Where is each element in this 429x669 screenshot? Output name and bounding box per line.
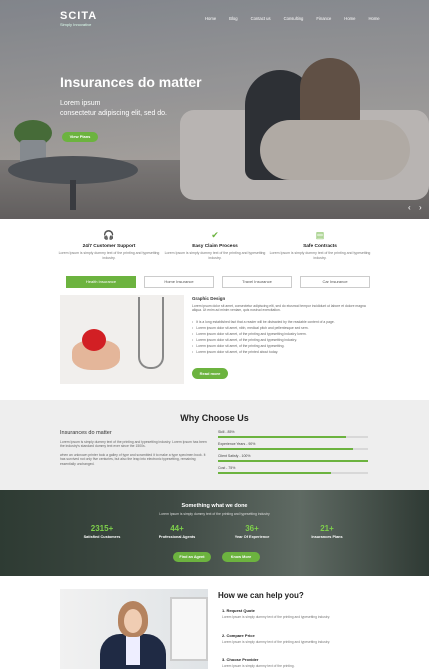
slider-prev-icon[interactable]: ‹ xyxy=(408,203,411,212)
feature-contracts: ▤ Safe Contracts Lorem Ipsum is simply d… xyxy=(265,230,375,260)
bar-track xyxy=(218,436,368,438)
nav-item-home[interactable]: Home xyxy=(205,16,216,21)
read-more-button[interactable]: Read more xyxy=(192,368,228,379)
feature-title: Easy Claim Process xyxy=(192,244,238,249)
feature-desc: Lorem Ipsum is simply dummy text of the … xyxy=(164,251,266,260)
tab-health-insurance[interactable]: Health Insurance xyxy=(66,276,136,288)
skill-bar: Skill - 85% xyxy=(218,430,368,438)
client-bar: Client Satisfy - 100% xyxy=(218,454,368,462)
step-title: 1. Request Quote xyxy=(222,608,255,613)
view-plans-button[interactable]: View Plans xyxy=(62,132,98,142)
stat-label: Professional Agents xyxy=(158,535,196,539)
agent-photo xyxy=(60,589,208,669)
stat-number: 2315+ xyxy=(90,524,114,533)
bar-track xyxy=(218,448,368,450)
bar-fill xyxy=(218,472,331,474)
tab-travel-insurance[interactable]: Travel Insurance xyxy=(222,276,292,288)
bar-label: Skill - 85% xyxy=(218,430,235,434)
slider-next-icon[interactable]: › xyxy=(419,203,422,212)
bar-fill xyxy=(218,460,368,462)
help-title: How we can help you? xyxy=(218,591,304,600)
stat-number: 44+ xyxy=(170,524,184,533)
stat-customers: 2315+ Satisfied Customers xyxy=(67,524,137,539)
agent-shirt xyxy=(126,635,140,665)
stat-plans: 21+ Insurances Plans xyxy=(292,524,362,539)
hero-line-2: consectetur adipiscing elit, sed do. xyxy=(60,110,168,117)
bar-fill xyxy=(218,448,353,450)
graphic-list: It is a long established fact that a rea… xyxy=(192,319,372,355)
why-text: Lorem Ipsum is simply dummy text of the … xyxy=(60,440,210,466)
stat-label: Insurances Plans xyxy=(311,535,343,539)
stat-agents: 44+ Professional Agents xyxy=(142,524,212,539)
bar-label: Experience Years - 90% xyxy=(218,442,256,446)
feature-desc: Lorem Ipsum is simply dummy text of the … xyxy=(58,251,160,260)
feature-support: 🎧 24/7 Customer Support Lorem Ipsum is s… xyxy=(54,230,164,260)
feature-title: Safe Contracts xyxy=(303,244,337,249)
nav-item-home-2[interactable]: Home xyxy=(344,16,355,21)
hero-banner: SCITA Simply Innovative Home Blog Contac… xyxy=(0,0,429,219)
graphic-title: Graphic Design xyxy=(192,296,226,301)
bar-label: Client Satisfy - 100% xyxy=(218,454,251,458)
graphic-text: Lorem ipsum dolor sit amet, consectetur … xyxy=(192,304,366,313)
bar-track xyxy=(218,460,368,462)
stat-label: Year Of Experience xyxy=(234,535,270,539)
feature-title: 24/7 Customer Support xyxy=(82,244,136,249)
health-image xyxy=(60,295,184,384)
feature-desc: Lorem Ipsum is simply dummy text of the … xyxy=(269,251,371,260)
step-desc: Lorem Ipsum is simply dummy text of the … xyxy=(222,664,295,668)
stats-subtitle: Lorem Ipsum is simply dummy text of the … xyxy=(159,512,270,516)
main-nav: Home Blog Contact us Consulting Finance … xyxy=(205,16,380,21)
stat-experience: 36+ Year Of Experience xyxy=(217,524,287,539)
stethoscope-icon xyxy=(138,297,164,369)
headset-icon: 🎧 xyxy=(103,230,115,240)
agent-face xyxy=(124,609,142,633)
hero-text: Lorem ipsum consectetur adipiscing elit,… xyxy=(60,99,200,119)
feature-claim: ✔ Easy Claim Process Lorem Ipsum is simp… xyxy=(160,230,270,260)
bookshelf-image xyxy=(170,597,208,661)
step-desc: Lorem Ipsum is simply dummy text of the … xyxy=(222,640,331,644)
bar-label: Cost - 75% xyxy=(218,466,236,470)
hero-title: Insurances do matter xyxy=(60,74,202,90)
step-title: 2. Compare Price xyxy=(222,633,255,638)
step-choose-provider: 3. Choose Provider Lorem Ipsum is simply… xyxy=(222,657,372,668)
list-item: Lorem ipsum dolor sit amet, of the print… xyxy=(192,349,372,355)
why-text-2: when an unknown printer took a galley of… xyxy=(60,452,206,466)
tab-home-insurance[interactable]: Home Insurance xyxy=(144,276,214,288)
cost-bar: Cost - 75% xyxy=(218,466,368,474)
logo-tagline: Simply Innovative xyxy=(60,22,92,27)
nav-item-finance[interactable]: Finance xyxy=(316,16,331,21)
insurance-tabs: Health Insurance Home Insurance Travel I… xyxy=(66,276,370,288)
bar-track xyxy=(218,472,368,474)
stat-number: 36+ xyxy=(245,524,259,533)
step-desc: Lorem Ipsum is simply dummy text of the … xyxy=(222,615,331,619)
step-request-quote: 1. Request Quote Lorem Ipsum is simply d… xyxy=(222,608,372,619)
heart-icon xyxy=(82,329,106,351)
experience-bar: Experience Years - 90% xyxy=(218,442,368,450)
nav-item-consulting[interactable]: Consulting xyxy=(284,16,304,21)
why-text-1: Lorem Ipsum is simply dummy text of the … xyxy=(60,440,207,449)
nav-item-blog[interactable]: Blog xyxy=(229,16,237,21)
know-more-button[interactable]: Know More xyxy=(222,552,260,562)
nav-item-home-3[interactable]: Home xyxy=(368,16,379,21)
why-subtitle: Insurances do matter xyxy=(60,430,112,436)
tab-car-insurance[interactable]: Car Insurance xyxy=(300,276,370,288)
find-agent-button[interactable]: Find an Agent xyxy=(173,552,211,562)
stat-number: 21+ xyxy=(320,524,334,533)
nav-item-contact[interactable]: Contact us xyxy=(251,16,271,21)
why-title: Why Choose Us xyxy=(180,413,249,423)
bar-fill xyxy=(218,436,346,438)
stat-label: Satisfied Customers xyxy=(83,535,121,539)
hero-line-1: Lorem ipsum xyxy=(60,100,101,107)
document-icon: ▤ xyxy=(315,230,325,240)
site-logo[interactable]: SCITA xyxy=(60,10,97,22)
check-icon: ✔ xyxy=(211,230,219,240)
stats-title: Something what we done xyxy=(181,503,248,509)
step-title: 3. Choose Provider xyxy=(222,657,259,662)
step-compare-price: 2. Compare Price Lorem Ipsum is simply d… xyxy=(222,633,372,644)
